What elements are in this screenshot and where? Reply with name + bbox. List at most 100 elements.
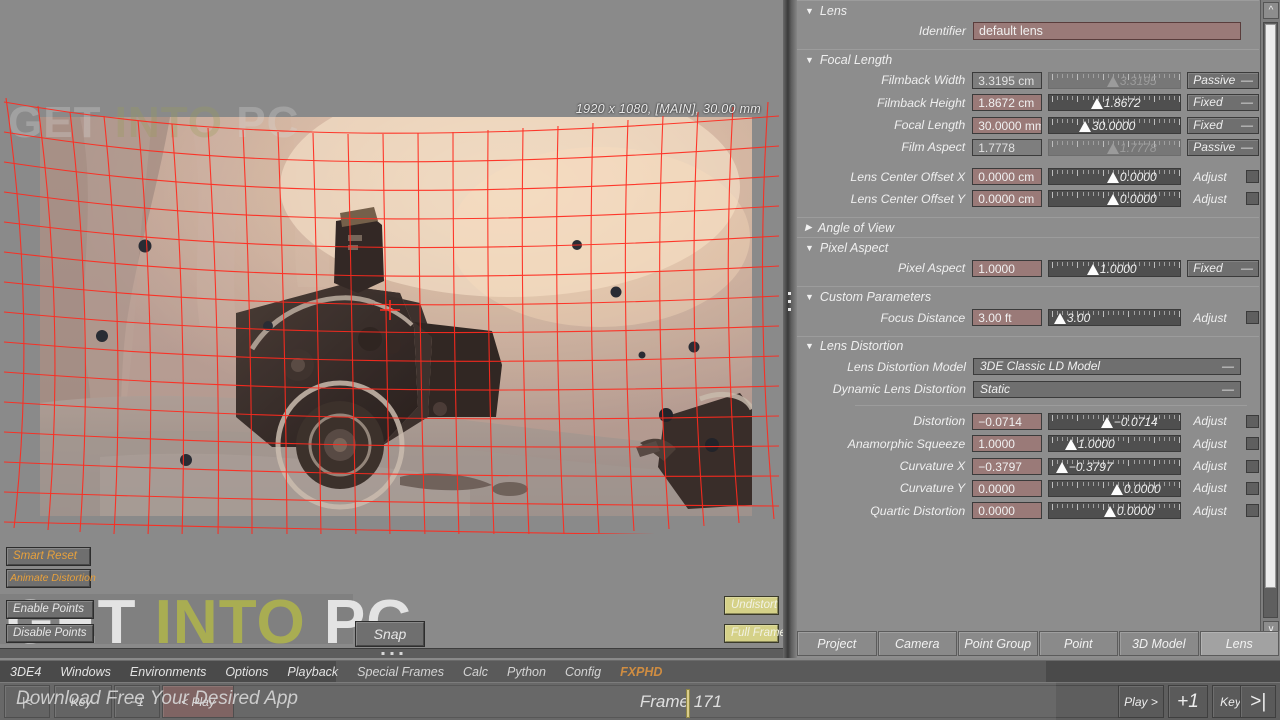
slider-pointer-icon[interactable] xyxy=(1111,484,1123,495)
adjust-toggle[interactable]: Adjust xyxy=(1187,190,1259,207)
parameter-value-field[interactable]: 1.0000 xyxy=(972,435,1042,452)
adjust-toggle[interactable]: Adjust xyxy=(1187,458,1259,475)
adjust-toggle[interactable]: Adjust xyxy=(1187,309,1259,326)
slider-pointer-icon[interactable] xyxy=(1101,417,1113,428)
tab-point[interactable]: Point xyxy=(1039,631,1119,656)
slider-pointer-icon[interactable] xyxy=(1091,98,1103,109)
adjust-toggle[interactable]: Adjust xyxy=(1187,413,1259,430)
value-slider[interactable]: 0.0000 xyxy=(1048,168,1181,185)
scrollbar-thumb[interactable] xyxy=(1265,24,1276,588)
splitter-grip[interactable] xyxy=(788,292,791,311)
chevron-down-icon[interactable]: ▼ xyxy=(805,292,814,302)
value-slider[interactable]: 0.0000 xyxy=(1048,502,1181,519)
value-slider[interactable]: 30.0000 xyxy=(1048,117,1181,134)
adjust-checkbox[interactable] xyxy=(1246,460,1259,473)
adjust-checkbox[interactable] xyxy=(1246,415,1259,428)
menu-config[interactable]: Config xyxy=(565,665,601,679)
tab-lens[interactable]: Lens xyxy=(1200,631,1280,656)
section-header-lens-distortion[interactable]: ▼Lens Distortion xyxy=(797,336,1259,356)
menu-options[interactable]: Options xyxy=(225,665,268,679)
parameter-value-field[interactable]: 1.7778 xyxy=(972,139,1042,156)
enable-points-button[interactable]: Enable Points xyxy=(6,600,94,619)
transport-1-button[interactable]: +1 xyxy=(1168,685,1208,718)
section-header-pixel-aspect[interactable]: ▼Pixel Aspect xyxy=(797,237,1259,257)
slider-pointer-icon[interactable] xyxy=(1107,172,1119,183)
undistort-button[interactable]: Undistort xyxy=(724,596,779,615)
parameter-value-field[interactable]: 30.0000 mm xyxy=(972,117,1042,134)
adjust-checkbox[interactable] xyxy=(1246,437,1259,450)
chevron-down-icon[interactable]: ▼ xyxy=(805,6,814,16)
tab-project[interactable]: Project xyxy=(797,631,877,656)
slider-pointer-icon[interactable] xyxy=(1054,313,1066,324)
adjust-toggle[interactable]: Adjust xyxy=(1187,480,1259,497)
parameter-value-field[interactable]: −0.3797 xyxy=(972,458,1042,475)
frame-playhead[interactable] xyxy=(686,689,690,718)
viewport-pane[interactable]: GET INTO PC xyxy=(0,0,783,658)
value-slider[interactable]: −0.0714 xyxy=(1048,413,1181,430)
adjust-checkbox[interactable] xyxy=(1246,170,1259,183)
parameter-value-field[interactable]: 0.0000 xyxy=(972,480,1042,497)
parameter-value-field[interactable]: 0.0000 cm xyxy=(972,190,1042,207)
full-frame-button[interactable]: Full Frame xyxy=(724,624,779,643)
value-slider[interactable]: −0.3797 xyxy=(1048,458,1181,475)
scrollbar-track[interactable] xyxy=(1263,22,1278,618)
adjust-toggle[interactable]: Adjust xyxy=(1187,435,1259,452)
parameter-value-field[interactable]: 1.0000 xyxy=(972,260,1042,277)
chevron-right-icon[interactable]: ▶ xyxy=(805,222,812,233)
pane-splitter[interactable] xyxy=(783,0,797,658)
slider-pointer-icon[interactable] xyxy=(1107,76,1119,87)
section-header-lens[interactable]: ▼Lens xyxy=(797,0,1259,20)
parameter-value-field[interactable]: 3.00 ft xyxy=(972,309,1042,326)
dynamic-lens-distortion-dropdown[interactable]: Static— xyxy=(973,381,1241,398)
disable-points-button[interactable]: Disable Points xyxy=(6,624,94,643)
scroll-up-arrow-icon[interactable]: ^ xyxy=(1263,2,1279,19)
identifier-input[interactable]: default lens xyxy=(973,22,1241,40)
parameter-value-field[interactable]: 0.0000 xyxy=(972,502,1042,519)
chevron-down-icon[interactable]: ▼ xyxy=(805,341,814,351)
menu-special-frames[interactable]: Special Frames xyxy=(357,665,444,679)
frame-slider[interactable]: Frame 171 xyxy=(228,685,1134,718)
transport-play-button[interactable]: Play > xyxy=(1118,685,1164,718)
slider-pointer-icon[interactable] xyxy=(1056,462,1068,473)
menu-windows[interactable]: Windows xyxy=(60,665,111,679)
value-slider[interactable]: 1.0000 xyxy=(1048,260,1181,277)
slider-pointer-icon[interactable] xyxy=(1107,194,1119,205)
value-slider[interactable]: 1.8672 xyxy=(1048,94,1181,111)
lens-distortion-model-dropdown[interactable]: 3DE Classic LD Model— xyxy=(973,358,1241,375)
animate-distortion-button[interactable]: Animate Distortion xyxy=(6,569,91,588)
adjust-checkbox[interactable] xyxy=(1246,482,1259,495)
value-slider[interactable]: 1.0000 xyxy=(1048,435,1181,452)
slider-pointer-icon[interactable] xyxy=(1087,264,1099,275)
chevron-down-icon[interactable]: ▼ xyxy=(805,243,814,253)
value-slider[interactable]: 0.0000 xyxy=(1048,480,1181,497)
value-slider[interactable]: 1.7778 xyxy=(1048,139,1181,156)
adjust-checkbox[interactable] xyxy=(1246,311,1259,324)
slider-pointer-icon[interactable] xyxy=(1107,143,1119,154)
section-header-angle-of-view[interactable]: ▶Angle of View xyxy=(797,217,1259,237)
tab-point-group[interactable]: Point Group xyxy=(958,631,1038,656)
mode-dropdown[interactable]: Passive— xyxy=(1187,139,1259,156)
footage-plate[interactable] xyxy=(40,117,752,516)
section-header-focal-length[interactable]: ▼Focal Length xyxy=(797,49,1259,69)
menu-environments[interactable]: Environments xyxy=(130,665,206,679)
slider-pointer-icon[interactable] xyxy=(1104,506,1116,517)
chevron-down-icon[interactable]: ▼ xyxy=(805,55,814,65)
adjust-checkbox[interactable] xyxy=(1246,192,1259,205)
adjust-toggle[interactable]: Adjust xyxy=(1187,168,1259,185)
parameter-value-field[interactable]: −0.0714 xyxy=(972,413,1042,430)
parameter-value-field[interactable]: 3.3195 cm xyxy=(972,72,1042,89)
mode-dropdown[interactable]: Fixed— xyxy=(1187,94,1259,111)
menu-3de4[interactable]: 3DE4 xyxy=(10,665,41,679)
value-slider[interactable]: 3.3195 xyxy=(1048,72,1181,89)
value-slider[interactable]: 3.00 xyxy=(1048,309,1181,326)
slider-pointer-icon[interactable] xyxy=(1065,439,1077,450)
menu-fxphd[interactable]: FXPHD xyxy=(620,665,662,679)
slider-pointer-icon[interactable] xyxy=(1079,121,1091,132)
parameter-value-field[interactable]: 0.0000 cm xyxy=(972,168,1042,185)
menu-python[interactable]: Python xyxy=(507,665,546,679)
value-slider[interactable]: 0.0000 xyxy=(1048,190,1181,207)
snap-button[interactable]: Snap xyxy=(355,621,425,647)
transport--button[interactable]: >| xyxy=(1240,685,1276,718)
mode-dropdown[interactable]: Passive— xyxy=(1187,72,1259,89)
tab-3d-model[interactable]: 3D Model xyxy=(1119,631,1199,656)
